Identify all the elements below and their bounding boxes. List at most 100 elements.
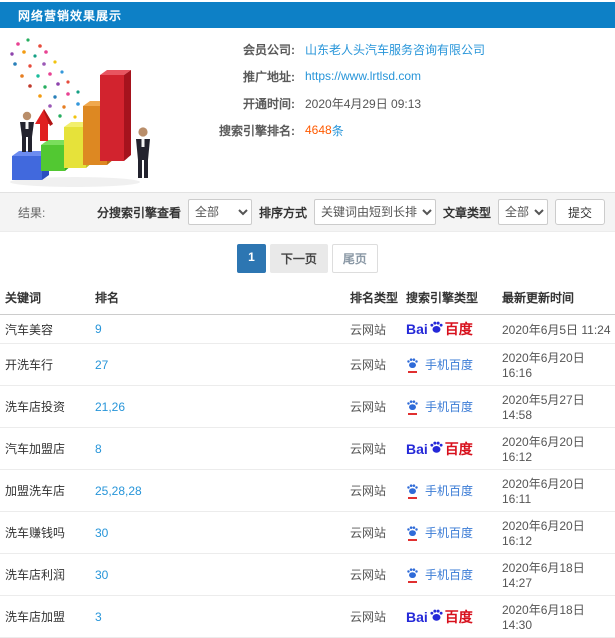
updated-time-cell: 2020年6月18日 14:27 — [497, 553, 615, 596]
engine-type-cell: Bai百度 手机百度 — [401, 385, 497, 428]
rank-cell[interactable]: 9 — [90, 314, 345, 344]
table-row: 加盟洗车店 25,28,28 云网站 Bai百度 手机百度 2020年6月20日… — [0, 469, 615, 512]
rank-type-cell: 云网站 — [345, 427, 401, 470]
updated-time-cell: 2020年6月20日 16:11 — [497, 469, 615, 512]
table-header-row: 关键词 排名 排名类型 搜索引擎类型 最新更新时间 — [0, 281, 615, 315]
col-engine-type: 搜索引擎类型 — [401, 281, 497, 315]
table-row: 开洗车行 27 云网站 Bai百度 手机百度 2020年6月20日 16:16 — [0, 343, 615, 386]
keyword-cell: 洗车店投资 — [0, 385, 90, 428]
rank-type-cell: 云网站 — [345, 553, 401, 596]
col-updated: 最新更新时间 — [497, 281, 615, 315]
mobile-baidu-logo: 手机百度 — [406, 356, 473, 373]
submit-button[interactable]: 提交 — [554, 199, 605, 225]
engine-type-cell: Bai百度 百度 — [401, 427, 497, 470]
member-company-row: 会员公司: 山东老人头汽车服务咨询有限公司 — [185, 40, 485, 58]
confetti-dots — [10, 38, 90, 119]
rank-type-cell: 云网站 — [345, 595, 401, 638]
rank-type-cell: 云网站 — [345, 385, 401, 428]
summary-section: 会员公司: 山东老人头汽车服务咨询有限公司 推广地址: https://www.… — [0, 28, 615, 190]
open-time-label: 开通时间: — [243, 96, 295, 111]
col-rank: 排名 — [90, 281, 345, 315]
rank-cell[interactable]: 30 — [90, 511, 345, 554]
promo-url-link[interactable]: https://www.lrtlsd.com — [305, 69, 421, 83]
engine-rank-unit: 条 — [331, 123, 344, 138]
baidu-paw-icon — [406, 357, 419, 373]
sort-filter-label: 排序方式 — [258, 205, 307, 220]
rank-cell[interactable]: 25,28,28 — [90, 469, 345, 512]
pagination: 1 下一页 尾页 — [0, 244, 615, 273]
keyword-cell: 汽车美容 — [0, 314, 90, 344]
rank-type-cell: 云网站 — [345, 511, 401, 554]
open-time-row: 开通时间: 2020年4月29日 09:13 — [185, 94, 485, 112]
rank-cell[interactable]: 27 — [90, 343, 345, 386]
baidu-paw-icon — [406, 567, 419, 583]
table-row: 汽车美容 9 云网站 Bai百度 百度 2020年6月5日 11:24 — [0, 314, 615, 344]
rank-cell[interactable]: 3 — [90, 595, 345, 638]
engine-type-cell: Bai百度 手机百度 — [401, 511, 497, 554]
updated-time-cell: 2020年6月20日 16:16 — [497, 343, 615, 386]
filter-bar: 结果: 分搜索引擎查看 全部 排序方式 关键词由短到长排序 文章类型 全部 提交 — [0, 192, 615, 232]
businessman-right — [136, 127, 150, 178]
baidu-paw-icon — [406, 483, 419, 499]
keyword-cell: 洗车店利润 — [0, 553, 90, 596]
col-rank-type: 排名类型 — [345, 281, 401, 315]
engine-type-cell: Bai百度 手机百度 — [401, 343, 497, 386]
baidu-logo: Bai 百度 — [406, 608, 473, 625]
rank-cell[interactable]: 30 — [90, 553, 345, 596]
rank-type-cell: 云网站 — [345, 343, 401, 386]
keyword-cell: 加盟洗车店 — [0, 469, 90, 512]
baidu-logo: Bai 百度 — [406, 440, 473, 457]
keyword-rank-table: 关键词 排名 排名类型 搜索引擎类型 最新更新时间 汽车美容 9 云网站 Bai… — [0, 281, 615, 638]
engine-rank-count: 4648 — [305, 123, 332, 137]
mobile-baidu-logo: 手机百度 — [406, 482, 473, 499]
engine-type-cell: Bai百度 百度 — [401, 595, 497, 638]
engine-filter-select[interactable]: 全部 — [187, 199, 252, 225]
engine-filter-label: 分搜索引擎查看 — [96, 205, 181, 220]
updated-time-cell: 2020年6月18日 14:30 — [497, 595, 615, 638]
member-company-link[interactable]: 山东老人头汽车服务咨询有限公司 — [305, 41, 485, 58]
col-keyword: 关键词 — [0, 281, 90, 315]
table-row: 洗车店投资 21,26 云网站 Bai百度 手机百度 2020年5月27日 14… — [0, 385, 615, 428]
mobile-baidu-logo: 手机百度 — [406, 566, 473, 583]
baidu-paw-icon — [406, 525, 419, 541]
engine-type-cell: Bai百度 百度 — [401, 314, 497, 344]
table-row: 洗车赚钱吗 30 云网站 Bai百度 手机百度 2020年6月20日 16:12 — [0, 511, 615, 554]
filter-controls: 分搜索引擎查看 全部 排序方式 关键词由短到长排序 文章类型 全部 提交 — [97, 199, 605, 225]
mobile-baidu-logo: 手机百度 — [406, 524, 473, 541]
keyword-cell: 洗车赚钱吗 — [0, 511, 90, 554]
table-row: 洗车店利润 30 云网站 Bai百度 手机百度 2020年6月18日 14:27 — [0, 553, 615, 596]
page-1-button[interactable]: 1 — [237, 244, 266, 273]
rank-cell[interactable]: 8 — [90, 427, 345, 470]
keyword-cell: 洗车店加盟 — [0, 595, 90, 638]
rank-cell[interactable]: 21,26 — [90, 385, 345, 428]
engine-rank-label: 搜索引擎排名: — [219, 123, 295, 138]
rank-type-cell: 云网站 — [345, 469, 401, 512]
keyword-cell: 开洗车行 — [0, 343, 90, 386]
up-arrow-icon — [35, 109, 53, 141]
bar-red — [100, 70, 131, 161]
next-page-button[interactable]: 下一页 — [269, 244, 328, 273]
engine-type-cell: Bai百度 手机百度 — [401, 469, 497, 512]
open-time-value: 2020年4月29日 09:13 — [305, 96, 422, 111]
result-section-label: 结果: — [18, 205, 46, 220]
sort-filter-select[interactable]: 关键词由短到长排序 — [313, 199, 436, 225]
rank-type-cell: 云网站 — [345, 314, 401, 344]
article-type-label: 文章类型 — [442, 205, 491, 220]
baidu-logo: Bai 百度 — [406, 321, 473, 337]
page-header: 网络营销效果展示 — [0, 2, 615, 28]
table-row: 洗车店加盟 3 云网站 Bai百度 百度 2020年6月18日 14:30 — [0, 595, 615, 638]
updated-time-cell: 2020年5月27日 14:58 — [497, 385, 615, 428]
page-title: 网络营销效果展示 — [18, 8, 123, 23]
article-type-select[interactable]: 全部 — [497, 199, 548, 225]
baidu-paw-icon — [406, 399, 419, 415]
businessman-left — [20, 111, 34, 152]
member-company-label: 会员公司: — [243, 42, 295, 57]
member-info-panel: 会员公司: 山东老人头汽车服务咨询有限公司 推广地址: https://www.… — [185, 32, 485, 190]
last-page-button[interactable]: 尾页 — [331, 244, 378, 273]
promo-url-label: 推广地址: — [243, 69, 295, 84]
keyword-cell: 汽车加盟店 — [0, 427, 90, 470]
promo-url-row: 推广地址: https://www.lrtlsd.com — [185, 67, 485, 85]
updated-time-cell: 2020年6月20日 16:12 — [497, 427, 615, 470]
bar-chart-illustration — [10, 38, 150, 187]
engine-rank-row: 搜索引擎排名: 4648 条 — [185, 121, 485, 139]
